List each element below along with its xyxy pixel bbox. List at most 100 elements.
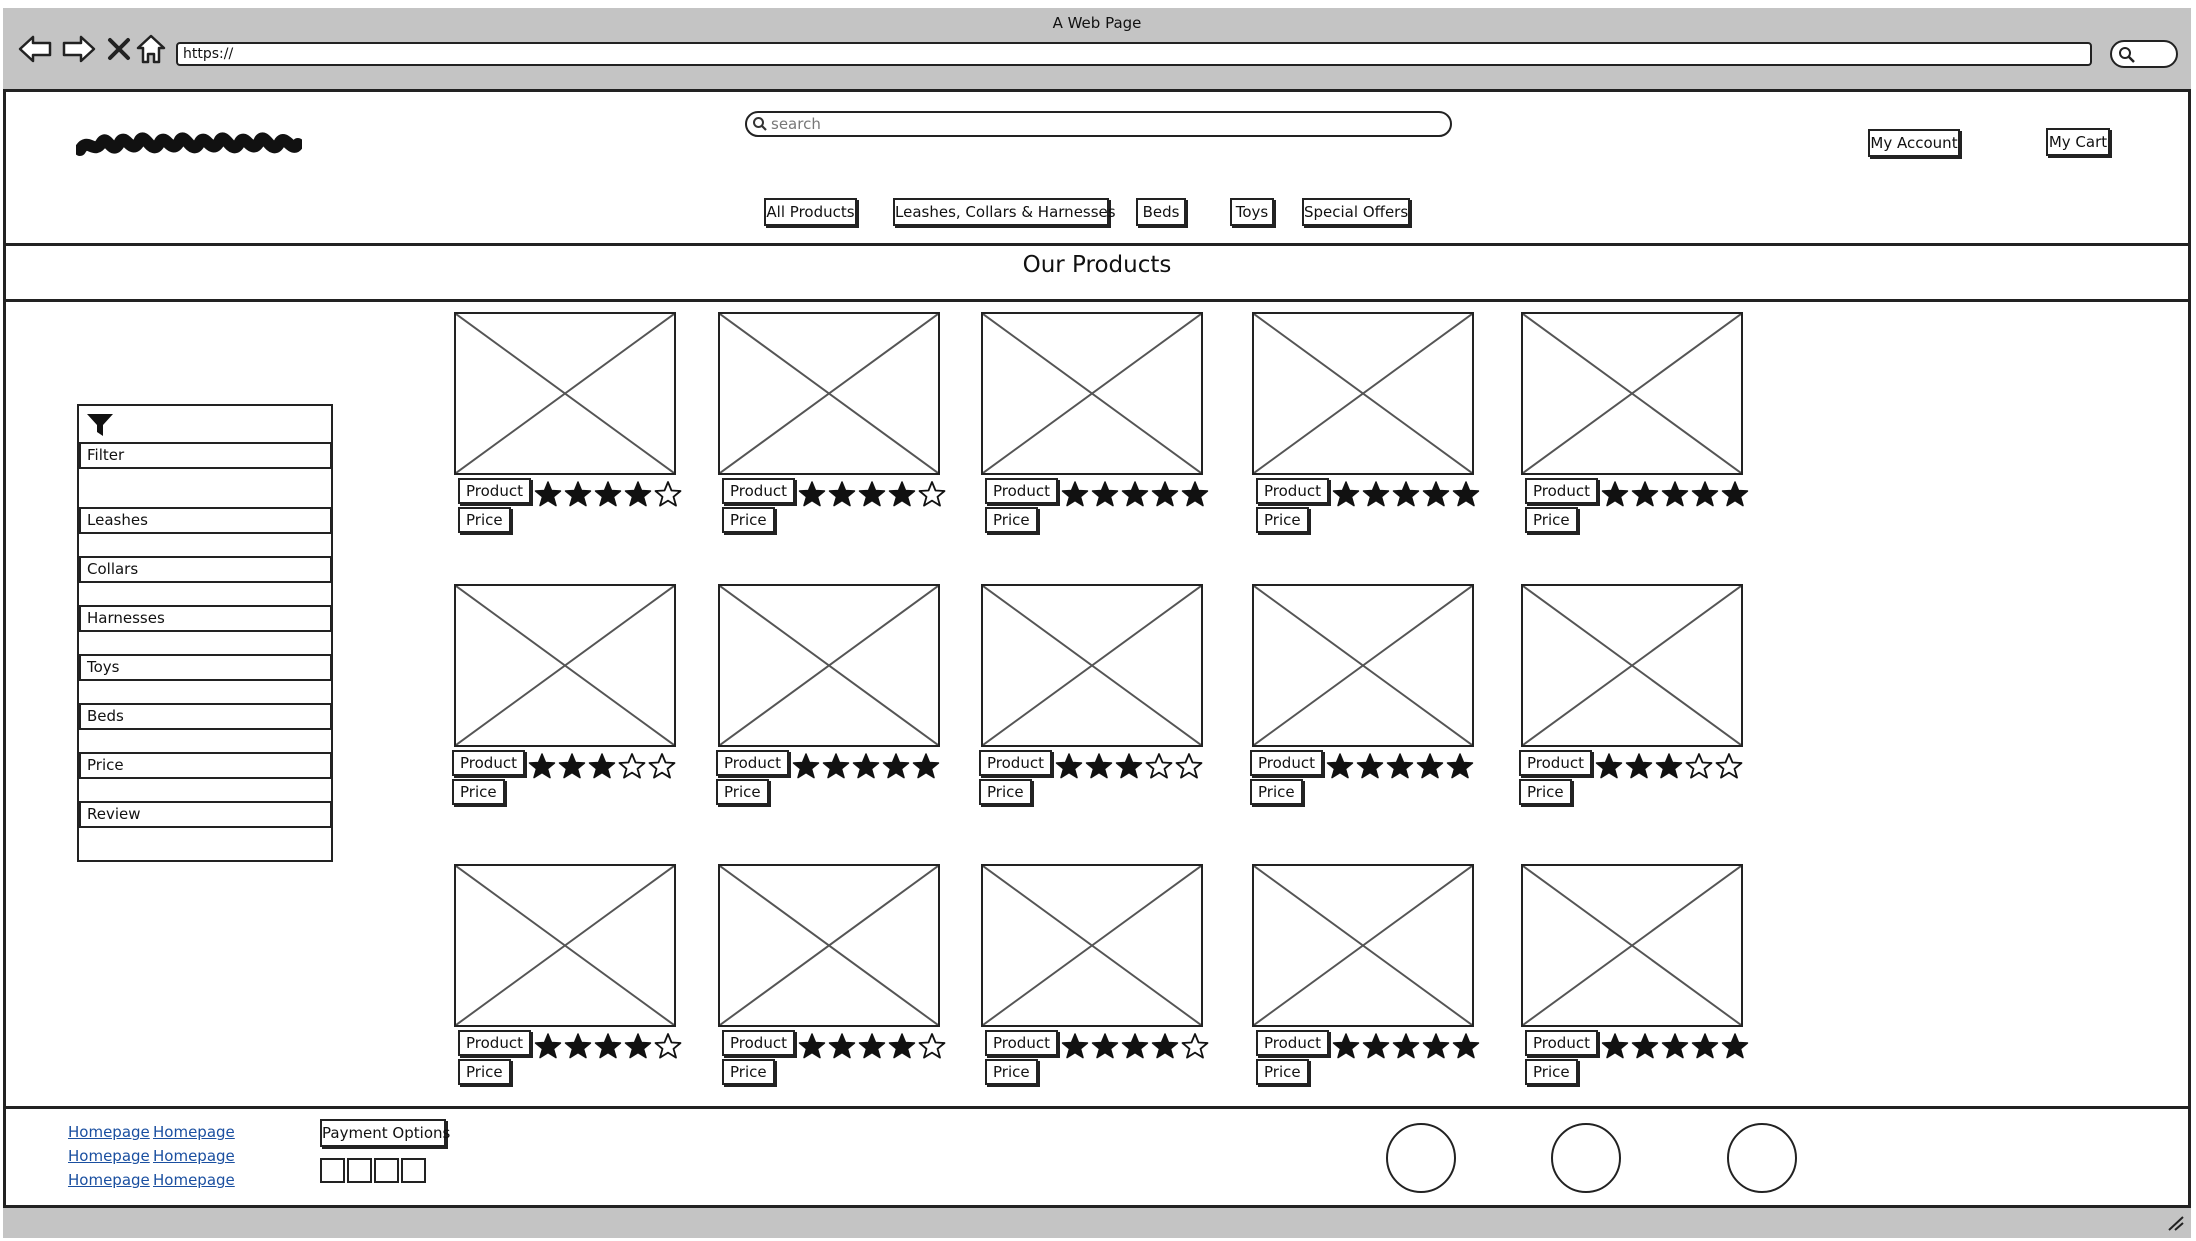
my-account-button[interactable]: My Account (1868, 129, 1960, 157)
product-card[interactable]: Product Price (1250, 584, 1482, 814)
product-card[interactable]: Product Price (1252, 864, 1482, 1094)
back-arrow-icon[interactable] (16, 30, 54, 68)
star-filled-icon (624, 481, 652, 507)
product-card[interactable]: Product Price (979, 584, 1211, 814)
filter-item-leashes[interactable]: Leashes (79, 507, 332, 534)
footer-link[interactable]: Homepage (68, 1147, 150, 1165)
product-card[interactable]: Product Price (718, 312, 948, 542)
product-image-placeholder[interactable] (1521, 584, 1743, 747)
product-name[interactable]: Product (722, 478, 795, 504)
star-filled-icon (1691, 481, 1719, 507)
product-card[interactable]: Product Price (1252, 312, 1482, 542)
product-card[interactable]: Product Price (981, 312, 1211, 542)
product-image-placeholder[interactable] (1252, 584, 1474, 747)
star-filled-icon (1392, 1033, 1420, 1059)
star-filled-icon (1446, 753, 1474, 779)
product-price: Price (1519, 779, 1572, 805)
social-icon[interactable] (1727, 1123, 1797, 1193)
product-name[interactable]: Product (1250, 750, 1323, 776)
product-name[interactable]: Product (452, 750, 525, 776)
product-rating (534, 1032, 682, 1060)
product-name[interactable]: Product (722, 1030, 795, 1056)
product-image-placeholder[interactable] (454, 864, 676, 1027)
star-filled-icon (1121, 1033, 1149, 1059)
footer-link[interactable]: Homepage (153, 1171, 235, 1189)
filter-item-beds[interactable]: Beds (79, 703, 332, 730)
star-filled-icon (1721, 481, 1749, 507)
product-card[interactable]: Product Price (1519, 584, 1751, 814)
product-card[interactable]: Product Price (454, 864, 684, 1094)
forward-arrow-icon[interactable] (60, 30, 98, 68)
star-filled-icon (1452, 481, 1480, 507)
nav-leashes-collars-harnesses[interactable]: Leashes, Collars & Harnesses (893, 198, 1116, 226)
star-filled-icon (882, 753, 910, 779)
nav-all-products[interactable]: All Products (764, 198, 857, 226)
social-icon[interactable] (1386, 1123, 1456, 1193)
product-name[interactable]: Product (1519, 750, 1592, 776)
footer-link[interactable]: Homepage (153, 1123, 235, 1141)
url-bar[interactable]: https:// (176, 42, 2092, 66)
product-image-placeholder[interactable] (718, 584, 940, 747)
product-name[interactable]: Product (1256, 1030, 1329, 1056)
product-card[interactable]: Product Price (1521, 312, 1751, 542)
product-image-placeholder[interactable] (454, 312, 676, 475)
product-price: Price (716, 779, 769, 805)
product-image-placeholder[interactable] (981, 584, 1203, 747)
home-icon[interactable] (132, 30, 170, 68)
product-image-placeholder[interactable] (1252, 312, 1474, 475)
star-filled-icon (1085, 753, 1113, 779)
footer-link[interactable]: Homepage (153, 1147, 235, 1165)
product-name[interactable]: Product (716, 750, 789, 776)
product-image-placeholder[interactable] (981, 864, 1203, 1027)
star-filled-icon (1332, 1033, 1360, 1059)
filter-item-price[interactable]: Price (79, 752, 332, 779)
product-name[interactable]: Product (458, 478, 531, 504)
filter-item-collars[interactable]: Collars (79, 556, 332, 583)
product-image-placeholder[interactable] (1521, 864, 1743, 1027)
product-image-placeholder[interactable] (981, 312, 1203, 475)
payment-card-icon (401, 1158, 426, 1183)
filter-item-toys[interactable]: Toys (79, 654, 332, 681)
nav-beds[interactable]: Beds (1136, 198, 1186, 226)
footer-link[interactable]: Homepage (68, 1123, 150, 1141)
product-card[interactable]: Product Price (452, 584, 684, 814)
product-card[interactable]: Product Price (454, 312, 684, 542)
product-name[interactable]: Product (985, 478, 1058, 504)
product-card[interactable]: Product Price (1521, 864, 1751, 1094)
star-filled-icon (534, 1033, 562, 1059)
my-cart-button[interactable]: My Cart (2046, 128, 2110, 156)
filter-item-review[interactable]: Review (79, 801, 332, 828)
product-image-placeholder[interactable] (454, 584, 676, 747)
product-rating (1595, 752, 1743, 780)
product-name[interactable]: Product (458, 1030, 531, 1056)
product-image-placeholder[interactable] (1252, 864, 1474, 1027)
resize-grip-icon[interactable] (2165, 1214, 2185, 1232)
product-card[interactable]: Product Price (981, 864, 1211, 1094)
star-filled-icon (1326, 753, 1354, 779)
filter-item-harnesses[interactable]: Harnesses (79, 605, 332, 632)
star-filled-icon (822, 753, 850, 779)
product-image-placeholder[interactable] (1521, 312, 1743, 475)
footer-link[interactable]: Homepage (68, 1171, 150, 1189)
product-name[interactable]: Product (985, 1030, 1058, 1056)
product-rating (1601, 480, 1749, 508)
product-price: Price (458, 507, 511, 533)
star-filled-icon (1661, 1033, 1689, 1059)
logo-scribble[interactable] (74, 126, 304, 170)
product-image-placeholder[interactable] (718, 312, 940, 475)
browser-search-button[interactable] (2110, 40, 2178, 68)
product-name[interactable]: Product (1525, 1030, 1598, 1056)
product-card[interactable]: Product Price (716, 584, 948, 814)
product-name[interactable]: Product (1525, 478, 1598, 504)
social-icon[interactable] (1551, 1123, 1621, 1193)
product-rating (1601, 1032, 1749, 1060)
product-name[interactable]: Product (979, 750, 1052, 776)
product-name[interactable]: Product (1256, 478, 1329, 504)
product-rating (1061, 1032, 1209, 1060)
product-image-placeholder[interactable] (718, 864, 940, 1027)
star-filled-icon (594, 1033, 622, 1059)
nav-toys[interactable]: Toys (1230, 198, 1274, 226)
product-card[interactable]: Product Price (718, 864, 948, 1094)
nav-special-offers[interactable]: Special Offers (1302, 198, 1410, 226)
search-input[interactable]: search (745, 111, 1452, 137)
